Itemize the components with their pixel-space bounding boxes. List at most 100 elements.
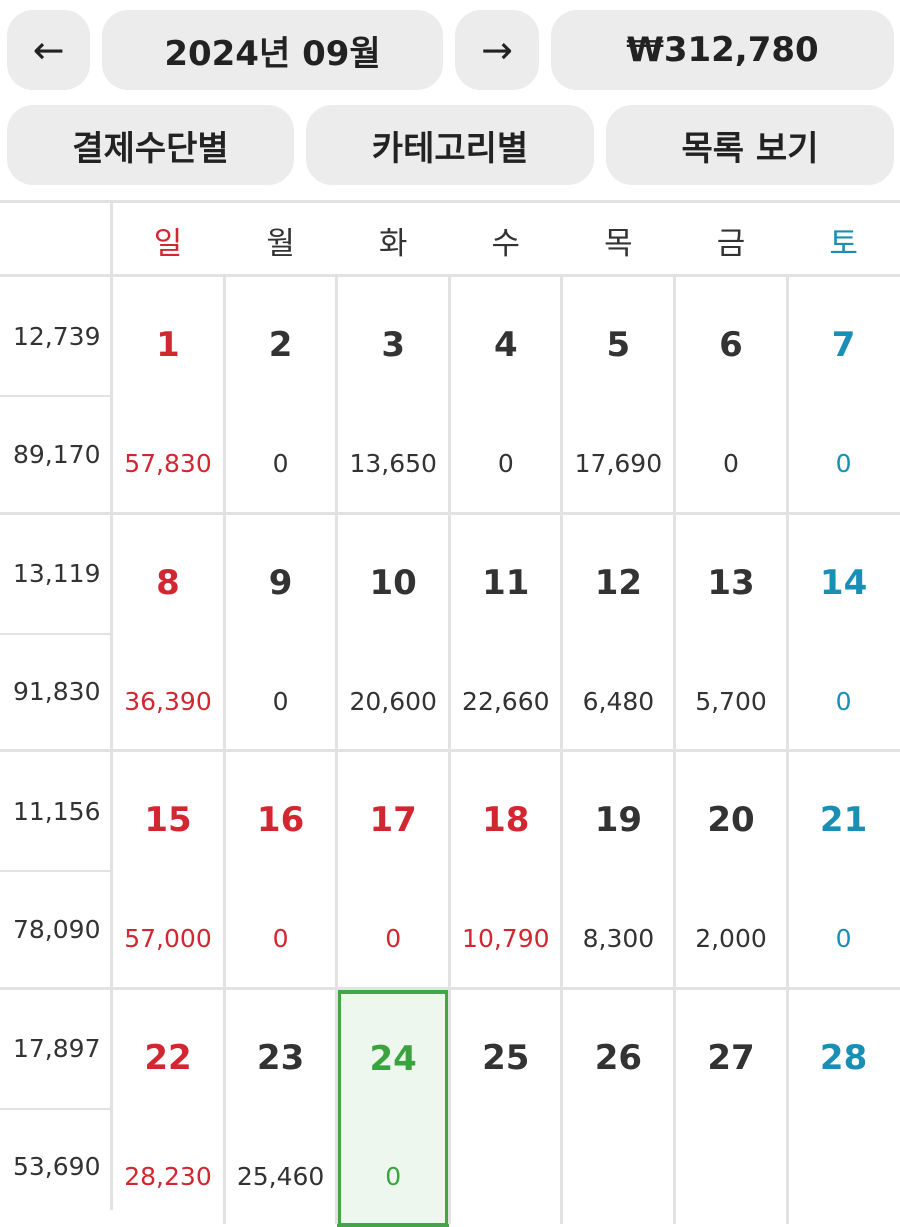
day-column-divider: [222, 989, 226, 1224]
day-number: 13: [707, 562, 755, 603]
day-amount: 36,390: [124, 686, 212, 716]
day-amount: 57,830: [124, 449, 212, 478]
weekday-header: 일: [153, 225, 183, 262]
calendar-day-cell[interactable]: 14 0: [788, 515, 900, 752]
day-number: 28: [819, 1037, 868, 1078]
day-column-divider: [673, 752, 676, 987]
calendar-day-cell[interactable]: 27: [675, 990, 787, 1227]
calendar-day-cell[interactable]: 13 5,700: [675, 515, 787, 752]
week-average: 13,119: [13, 559, 101, 588]
next-month-button[interactable]: →: [455, 10, 539, 90]
day-number: 7: [831, 325, 856, 365]
day-amount: 0: [497, 449, 514, 478]
month-total-button[interactable]: ₩312,780: [551, 10, 894, 90]
calendar-day-cell[interactable]: 21 0: [788, 752, 900, 989]
day-amount: 0: [272, 924, 289, 953]
day-column-divider: [560, 752, 564, 987]
calendar-day-cell[interactable]: 17 0: [337, 752, 449, 989]
calendar-day-cell[interactable]: 20: [225, 277, 337, 514]
day-amount: 0: [385, 924, 402, 953]
day-number: 15: [144, 800, 192, 840]
calendar-day-cell[interactable]: 60: [675, 277, 787, 514]
month-selector-button[interactable]: 2024년 09월: [102, 10, 443, 90]
calendar-day-cell[interactable]: 70: [788, 277, 900, 514]
day-amount: 13,650: [349, 449, 437, 478]
calendar-day-cell[interactable]: 1 57,830: [112, 277, 224, 514]
calendar-day-cell-today[interactable]: 24 0: [337, 989, 450, 1227]
day-number: 25: [482, 1037, 530, 1078]
week-total: 89,170: [13, 439, 101, 469]
day-number: 6: [719, 325, 743, 365]
day-amount: 25,460: [236, 1161, 325, 1191]
calendar-day-cell[interactable]: 90: [225, 515, 337, 752]
calendar-day-cell[interactable]: 5 17,690: [562, 277, 674, 514]
day-column-divider: [560, 277, 564, 512]
day-amount: 0: [272, 449, 289, 478]
day-number: 23: [256, 1037, 305, 1078]
day-number: 26: [594, 1037, 643, 1078]
day-column-divider: [222, 752, 226, 987]
day-column-divider: [222, 514, 226, 749]
day-amount: 0: [385, 1161, 402, 1191]
day-column-divider: [335, 989, 339, 1224]
day-column-divider: [560, 989, 564, 1224]
day-amount: 0: [835, 924, 852, 953]
calendar-day-cell[interactable]: 18 10,790: [450, 752, 562, 989]
day-amount: 0: [835, 686, 852, 716]
day-column-divider: [785, 989, 789, 1224]
day-amount: 10,790: [462, 924, 550, 953]
day-number: 24: [369, 1038, 417, 1079]
day-column-divider: [673, 989, 676, 1224]
list-view-button[interactable]: 목록 보기: [606, 105, 894, 185]
calendar-day-cell[interactable]: 10 20,600: [337, 515, 449, 752]
day-column-divider: [785, 277, 789, 512]
day-column-divider: [447, 989, 451, 1224]
calendar-day-cell[interactable]: 22 28,230: [112, 990, 224, 1227]
day-number: 3: [381, 325, 406, 365]
day-column-divider: [673, 277, 676, 512]
day-column-divider: [560, 514, 564, 749]
by-payment-method-button[interactable]: 결제수단별: [7, 105, 294, 185]
day-amount: 6,480: [582, 686, 655, 716]
day-amount: 0: [272, 686, 289, 716]
week-total: 91,830: [13, 677, 101, 706]
weekday-header: 수: [491, 225, 521, 262]
calendar-day-cell[interactable]: 26: [562, 990, 674, 1227]
calendar-day-cell[interactable]: 20 2,000: [675, 752, 787, 989]
day-column-divider: [335, 514, 339, 749]
day-number: 27: [707, 1037, 755, 1078]
calendar-day-cell[interactable]: 23 25,460: [225, 990, 337, 1227]
calendar-day-cell[interactable]: 11 22,660: [450, 515, 562, 752]
calendar-day-cell[interactable]: 40: [450, 277, 562, 514]
day-column-divider: [222, 277, 226, 512]
day-amount: 17,690: [574, 449, 663, 478]
calendar-day-cell[interactable]: 25: [450, 990, 562, 1227]
day-number: 16: [256, 800, 305, 840]
calendar-day-cell[interactable]: 19 8,300: [562, 752, 674, 989]
day-column-divider: [335, 277, 339, 512]
day-number: 8: [156, 562, 180, 603]
weekday-header: 토: [829, 225, 858, 262]
day-amount: 2,000: [695, 924, 767, 953]
by-category-button[interactable]: 카테고리별: [306, 105, 594, 185]
calendar-day-cell[interactable]: 3 13,650: [337, 277, 449, 514]
day-column-divider: [447, 752, 451, 987]
day-amount: 5,700: [695, 686, 767, 716]
day-amount: 8,300: [582, 924, 655, 953]
day-amount: 22,660: [462, 686, 550, 716]
prev-month-button[interactable]: ←: [7, 10, 90, 90]
weekday-header: 화: [378, 225, 408, 262]
day-number: 12: [594, 562, 643, 603]
day-amount: 20,600: [349, 686, 437, 716]
calendar-day-cell[interactable]: 16 0: [225, 752, 337, 989]
day-amount: 57,000: [124, 924, 212, 953]
day-number: 4: [493, 325, 518, 365]
calendar-day-cell[interactable]: 8 36,390: [112, 515, 224, 752]
calendar-day-cell[interactable]: 15 57,000: [112, 752, 224, 989]
day-column-divider: [785, 752, 789, 987]
calendar-day-cell[interactable]: 12 6,480: [562, 515, 674, 752]
day-number: 10: [369, 562, 417, 603]
calendar-day-cell[interactable]: 28: [788, 990, 900, 1227]
weekday-header: 월: [266, 225, 295, 262]
day-number: 21: [819, 800, 868, 840]
